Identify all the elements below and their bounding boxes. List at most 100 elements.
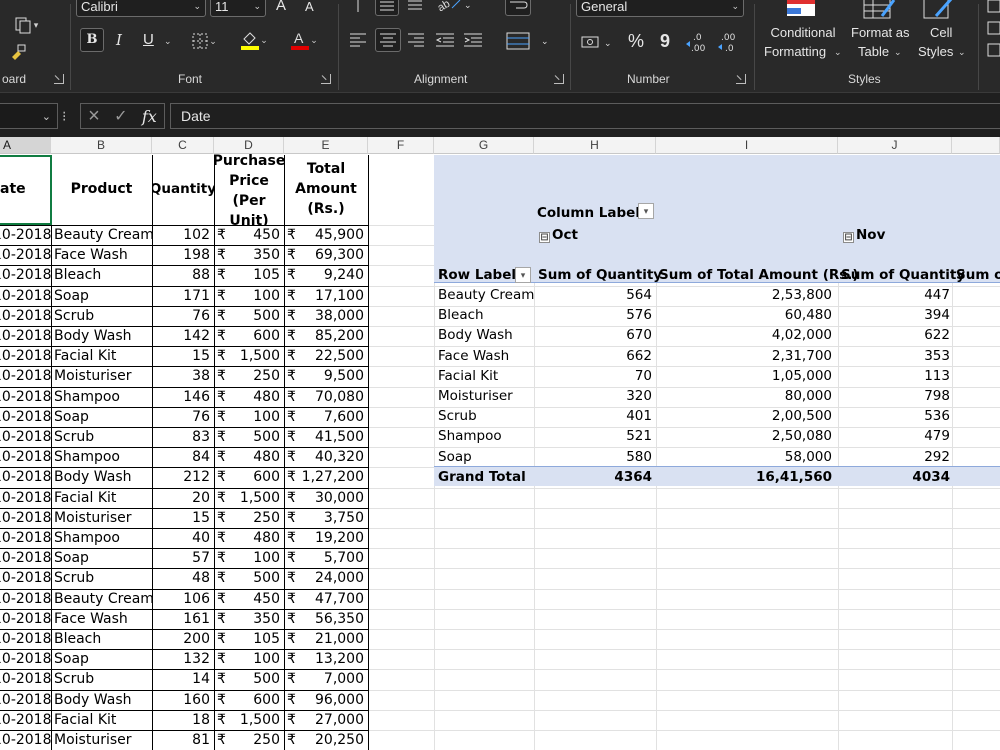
cell-date[interactable]: 10-2018	[0, 669, 51, 689]
row-labels-filter-button[interactable]: ▾	[515, 267, 531, 283]
header-product[interactable]: Product	[51, 155, 152, 223]
formula-input[interactable]: Date	[170, 103, 1000, 129]
cell-date[interactable]: 10-2018	[0, 265, 51, 285]
cell-total[interactable]: 24,000 ₹	[284, 568, 368, 588]
pivot-row-label[interactable]: Moisturiser	[438, 386, 534, 406]
cell-product[interactable]: Shampoo	[52, 447, 152, 467]
cell-date[interactable]: 10-2018	[0, 488, 51, 508]
pivot-nov-qty[interactable]: 353	[838, 346, 950, 366]
cell-price[interactable]: 250 ₹	[214, 730, 284, 750]
cell-date[interactable]: 10-2018	[0, 447, 51, 467]
cell-date[interactable]: 10-2018	[0, 710, 51, 730]
comma-style-button[interactable]: 9	[660, 31, 670, 52]
cell-date[interactable]: 10-2018	[0, 286, 51, 306]
cell-date[interactable]: 10-2018	[0, 730, 51, 750]
pivot-month-nov[interactable]: ⊟ Nov	[843, 225, 885, 245]
cell-date[interactable]: 10-2018	[0, 467, 51, 487]
col-header-i[interactable]: I	[656, 137, 838, 154]
decrease-indent-button[interactable]	[434, 30, 456, 50]
pivot-oct-qty[interactable]: 320	[534, 386, 652, 406]
cell-total[interactable]: 70,080 ₹	[284, 387, 368, 407]
cell-quantity[interactable]: 84	[152, 447, 214, 467]
cell-total[interactable]: 13,200 ₹	[284, 649, 368, 669]
number-format-dropdown[interactable]: General ⌄	[576, 0, 744, 17]
cell-price[interactable]: 480 ₹	[214, 528, 284, 548]
cell-total[interactable]: 30,000 ₹	[284, 488, 368, 508]
cell-product[interactable]: Beauty Cream	[52, 225, 152, 245]
underline-button[interactable]: U	[143, 31, 154, 48]
col-header-j[interactable]: J	[838, 137, 952, 154]
grow-font-button[interactable]: A	[276, 0, 286, 14]
cell-total[interactable]: 1,27,200 ₹	[284, 467, 368, 487]
cell-quantity[interactable]: 160	[152, 690, 214, 710]
cell-product[interactable]: Moisturiser	[52, 508, 152, 528]
cell-product[interactable]: Bleach	[52, 265, 152, 285]
align-left-button[interactable]	[348, 30, 368, 50]
cell-product[interactable]: Face Wash	[52, 609, 152, 629]
cell-price[interactable]: 600 ₹	[214, 326, 284, 346]
pivot-oct-amount[interactable]: 4,02,000	[656, 325, 832, 345]
cell-quantity[interactable]: 142	[152, 326, 214, 346]
cell-product[interactable]: Scrub	[52, 306, 152, 326]
grand-total-label[interactable]: Grand Total	[438, 467, 526, 487]
pivot-column-labels[interactable]: Column Labels	[537, 203, 648, 223]
cell-total[interactable]: 21,000 ₹	[284, 629, 368, 649]
cell-date[interactable]: 10-2018	[0, 589, 51, 609]
grand-total-nov-qty[interactable]: 4034	[838, 467, 950, 487]
pivot-oct-qty[interactable]: 521	[534, 426, 652, 446]
pivot-row-label[interactable]: Soap	[438, 447, 534, 467]
cell-product[interactable]: Scrub	[52, 669, 152, 689]
pivot-month-oct[interactable]: ⊟ Oct	[539, 225, 578, 245]
cell-product[interactable]: Body Wash	[52, 326, 152, 346]
cell-quantity[interactable]: 83	[152, 427, 214, 447]
cell-date[interactable]: 10-2018	[0, 568, 51, 588]
cell-price[interactable]: 500 ₹	[214, 306, 284, 326]
pivot-row-label[interactable]: Bleach	[438, 305, 534, 325]
orientation-button[interactable]: ab ⌄	[436, 0, 474, 16]
cell-product[interactable]: Scrub	[52, 427, 152, 447]
cell-total[interactable]: 20,250 ₹	[284, 730, 368, 750]
cell-total[interactable]: 38,000 ₹	[284, 306, 368, 326]
cell-total[interactable]: 45,900 ₹	[284, 225, 368, 245]
shrink-font-button[interactable]: A	[305, 0, 314, 14]
pivot-oct-amount[interactable]: 2,00,500	[656, 406, 832, 426]
italic-button[interactable]: I	[116, 31, 122, 49]
pivot-col-sum-qty-nov[interactable]: Sum of Quantity	[841, 265, 965, 285]
enter-icon[interactable]: ✓	[114, 106, 127, 126]
pivot-oct-qty[interactable]: 564	[534, 285, 652, 305]
cell-product[interactable]: Moisturiser	[52, 366, 152, 386]
pivot-nov-qty[interactable]: 113	[838, 366, 950, 386]
pivot-nov-qty[interactable]: 622	[838, 325, 950, 345]
cell-product[interactable]: Facial Kit	[52, 346, 152, 366]
cell-price[interactable]: 1,500 ₹	[214, 346, 284, 366]
cell-quantity[interactable]: 57	[152, 548, 214, 568]
pivot-row-label[interactable]: Scrub	[438, 406, 534, 426]
cell-price[interactable]: 100 ₹	[214, 649, 284, 669]
wrap-text-button[interactable]	[505, 0, 531, 16]
cell-quantity[interactable]: 200	[152, 629, 214, 649]
cell-product[interactable]: Face Wash	[52, 245, 152, 265]
cell-price[interactable]: 480 ₹	[214, 447, 284, 467]
pivot-nov-qty[interactable]: 292	[838, 447, 950, 467]
cell-quantity[interactable]: 81	[152, 730, 214, 750]
cell-total[interactable]: 19,200 ₹	[284, 528, 368, 548]
fill-color-button[interactable]: ⌄	[234, 28, 274, 52]
cell-quantity[interactable]: 40	[152, 528, 214, 548]
font-launcher[interactable]	[321, 74, 331, 84]
cell-price[interactable]: 250 ₹	[214, 366, 284, 386]
col-header-g[interactable]: G	[434, 137, 534, 154]
cell-product[interactable]: Shampoo	[52, 528, 152, 548]
header-purchase-price[interactable]: Purchase Price (Per Unit)	[214, 151, 284, 225]
cell-total[interactable]: 96,000 ₹	[284, 690, 368, 710]
cell-quantity[interactable]: 15	[152, 508, 214, 528]
cell-product[interactable]: Bleach	[52, 629, 152, 649]
collapse-icon[interactable]: ⊟	[843, 232, 854, 243]
pivot-nov-qty[interactable]: 798	[838, 386, 950, 406]
cell-total[interactable]: 41,500 ₹	[284, 427, 368, 447]
pivot-nov-qty[interactable]: 479	[838, 426, 950, 446]
cell-product[interactable]: Facial Kit	[52, 710, 152, 730]
cell-total[interactable]: 9,500 ₹	[284, 366, 368, 386]
cell-styles-button[interactable]: Cell Styles ⌄	[914, 0, 968, 66]
col-header-c[interactable]: C	[152, 137, 214, 154]
name-box[interactable]: ⌄	[0, 103, 58, 129]
